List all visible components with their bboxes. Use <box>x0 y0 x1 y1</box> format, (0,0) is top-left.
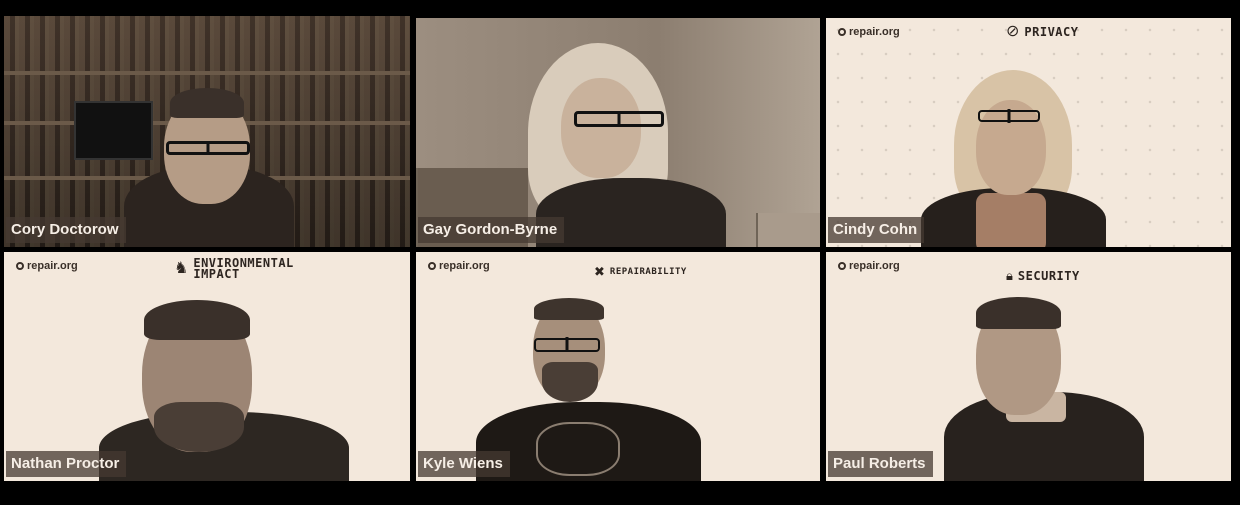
glasses-icon <box>574 111 664 127</box>
repair-org-logo-icon <box>16 262 24 270</box>
participant-name-label: Paul Roberts <box>828 451 933 477</box>
topic-label: ENVIRONMENTAL IMPACT <box>193 257 293 281</box>
video-tile-cory-doctorow[interactable]: Cory Doctorow <box>4 16 410 247</box>
rocking-horse-icon: ♞ <box>174 260 189 277</box>
video-tile-gay-gordon-byrne[interactable]: Gay Gordon-Byrne <box>416 18 820 247</box>
video-tile-cindy-cohn[interactable]: repair.org ⊘ PRIVACY Cindy Cohn <box>826 18 1231 247</box>
topic-label: REPAIRABILITY <box>609 266 687 277</box>
participant-name-label: Nathan Proctor <box>6 451 127 477</box>
participant-name-label: Gay Gordon-Byrne <box>418 217 565 243</box>
lock-icon: 🔒︎ <box>1006 268 1013 283</box>
brand-label: repair.org <box>439 260 490 272</box>
video-call-grid: Cory Doctorow Gay Gordon-Byrne repair.or… <box>0 0 1240 505</box>
video-tile-kyle-wiens[interactable]: repair.org ✖ REPAIRABILITY Kyle Wiens <box>416 252 820 481</box>
topic-banner: ✖ REPAIRABILITY <box>594 264 687 280</box>
topic-label: PRIVACY <box>1024 24 1079 39</box>
glasses-icon <box>534 338 600 352</box>
video-tile-paul-roberts[interactable]: repair.org 🔒︎ SECURITY Paul Roberts <box>826 252 1231 481</box>
brand-logo: repair.org <box>838 260 900 272</box>
topic-label: SECURITY <box>1017 268 1080 283</box>
eye-slash-icon: ⊘ <box>1006 23 1020 40</box>
topic-label-line: IMPACT <box>193 267 240 281</box>
shelf <box>4 71 410 75</box>
brand-label: repair.org <box>849 26 900 38</box>
glasses-icon <box>978 110 1040 122</box>
brand-logo: repair.org <box>838 26 900 38</box>
topic-banner: 🔒︎ SECURITY <box>1006 268 1080 284</box>
topic-banner: ⊘ PRIVACY <box>1006 24 1078 40</box>
brand-logo: repair.org <box>16 260 78 272</box>
wrench-screwdriver-icon: ✖ <box>594 264 605 279</box>
furniture <box>756 213 820 247</box>
repair-org-logo-icon <box>838 28 846 36</box>
participant-name-label: Cindy Cohn <box>828 217 925 243</box>
participant-name-label: Cory Doctorow <box>6 217 126 243</box>
topic-banner: ♞ ENVIRONMENTAL IMPACT <box>174 257 294 281</box>
glasses-icon <box>166 141 250 155</box>
brand-label: repair.org <box>27 260 78 272</box>
repair-org-logo-icon <box>838 262 846 270</box>
monitor <box>74 101 153 160</box>
brand-logo: repair.org <box>428 260 490 272</box>
brand-label: repair.org <box>849 260 900 272</box>
repair-org-logo-icon <box>428 262 436 270</box>
participant-name-label: Kyle Wiens <box>418 451 510 477</box>
video-tile-nathan-proctor[interactable]: repair.org ♞ ENVIRONMENTAL IMPACT Nathan… <box>4 252 410 481</box>
